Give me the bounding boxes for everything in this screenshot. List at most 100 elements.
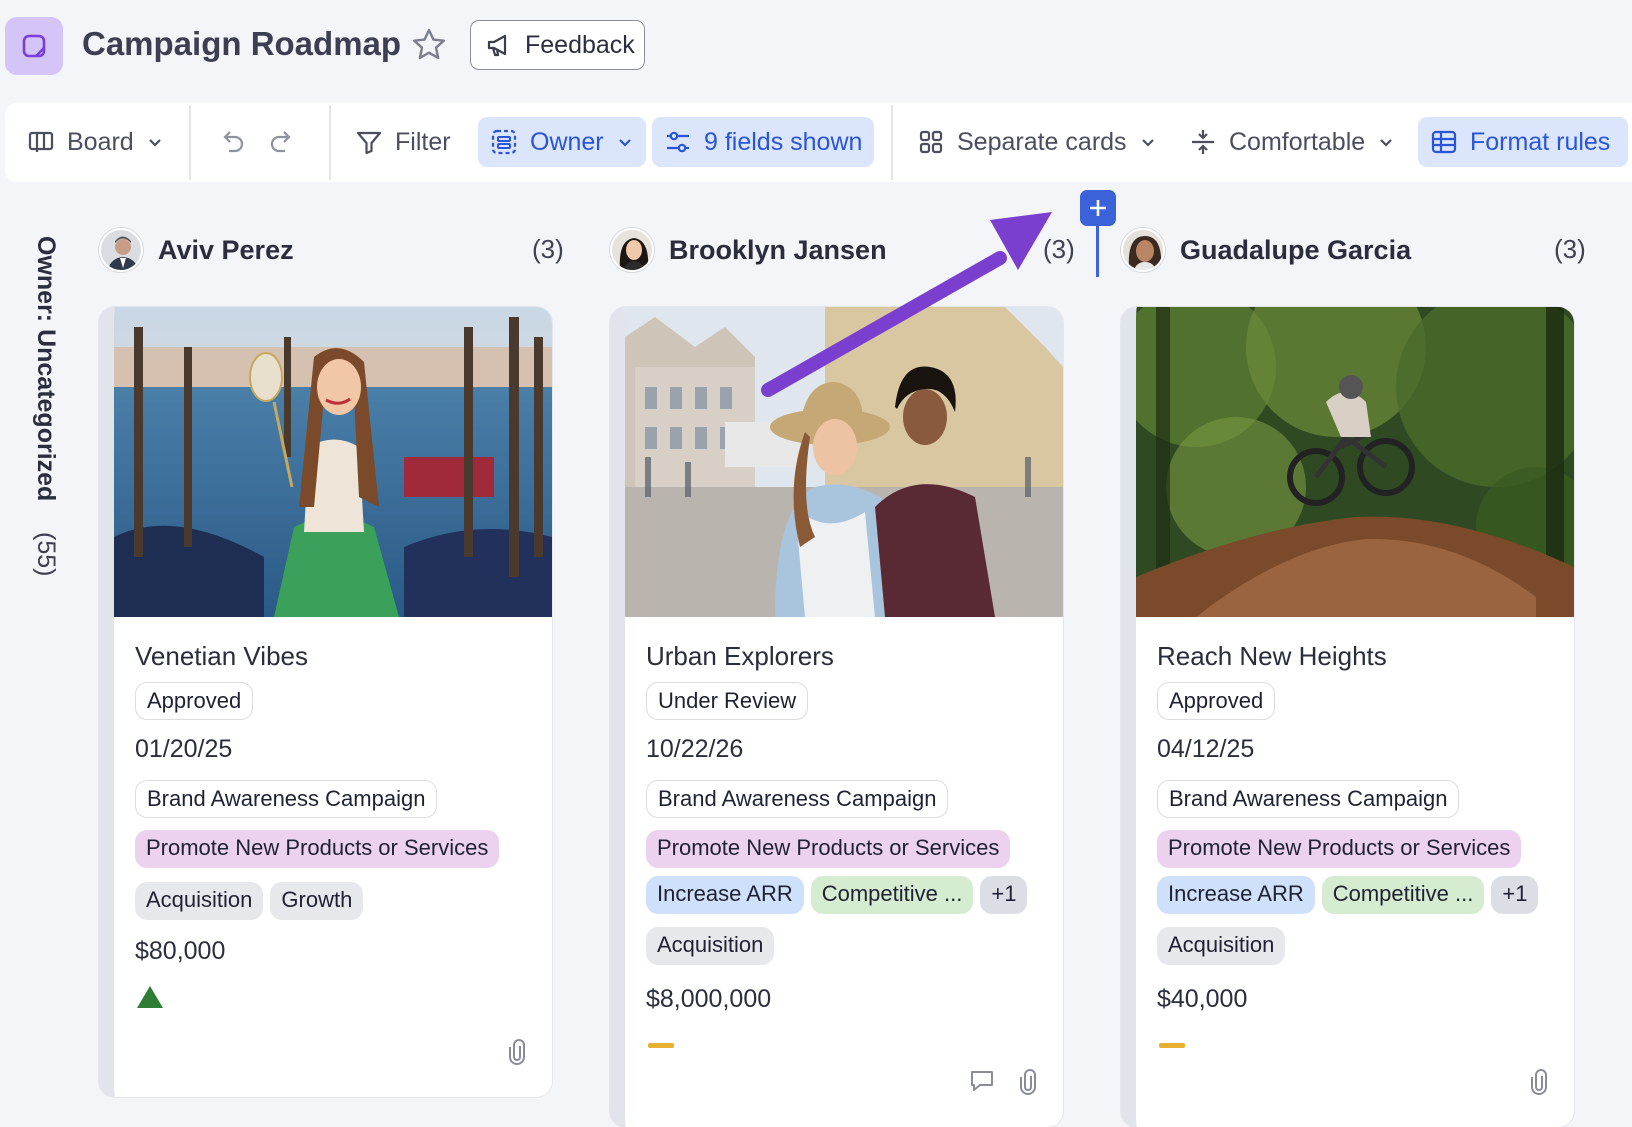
note-icon [22, 34, 46, 58]
card-body: Urban Explorers Under Review 10/22/26 Br… [646, 637, 1053, 1071]
paperclip-icon[interactable] [506, 1039, 528, 1065]
trend-up-icon [135, 983, 542, 1023]
card-title: Urban Explorers [646, 641, 834, 671]
density-button[interactable]: Comfortable [1177, 117, 1407, 167]
status-badge: Under Review [646, 681, 809, 720]
avatar [99, 228, 143, 272]
budget-value: $80,000 [135, 937, 226, 965]
separate-cards-label: Separate cards [957, 127, 1127, 156]
column-count: (3) [1554, 234, 1586, 264]
launch-date: 10/22/26 [646, 735, 744, 763]
card-title: Venetian Vibes [135, 641, 308, 671]
separate-cards-button[interactable]: Separate cards [905, 117, 1169, 167]
card-footer [506, 1039, 528, 1065]
campaign-tag: Brand Awareness Campaign [1157, 779, 1460, 818]
history-controls [205, 117, 309, 167]
trend-flat-icon [646, 1031, 1053, 1071]
segment-tag: Acquisition [1157, 927, 1286, 965]
redo-icon[interactable] [267, 127, 297, 157]
toolbar-divider [891, 105, 893, 180]
card-cover-image [1136, 307, 1574, 617]
row-height-icon [1192, 130, 1214, 154]
format-rules-label: Format rules [1470, 127, 1611, 156]
group-icon [491, 129, 517, 155]
column-header: Guadalupe Garcia [1121, 225, 1411, 275]
density-label: Comfortable [1229, 127, 1366, 156]
card-venetian-vibes[interactable]: Venetian Vibes Approved 01/20/25 Brand A… [99, 307, 552, 1097]
chevron-down-icon [1380, 139, 1392, 147]
fields-shown-label: 9 fields shown [704, 127, 863, 156]
card-footer [1528, 1069, 1550, 1095]
card-body: Reach New Heights Approved 04/12/25 Bran… [1157, 637, 1564, 1071]
chevron-down-icon [1141, 139, 1154, 147]
group-count: (55) [32, 532, 60, 577]
card-urban-explorers[interactable]: Urban Explorers Under Review 10/22/26 Br… [610, 307, 1063, 1127]
paperclip-icon[interactable] [1528, 1069, 1550, 1095]
budget-value: $8,000,000 [646, 985, 772, 1013]
table-icon [1431, 130, 1457, 154]
goal-tag: Promote New Products or Services [1157, 830, 1522, 868]
card-cover-image [114, 307, 552, 617]
feedback-label: Feedback [525, 30, 635, 59]
format-rules-button[interactable]: Format rules [1418, 117, 1628, 167]
column-header: Brooklyn Jansen [610, 225, 887, 275]
column-count: (3) [532, 234, 564, 264]
more-objectives-badge[interactable]: +1 [1491, 876, 1539, 914]
segment-tag: Acquisition [646, 927, 775, 965]
toolbar-divider [329, 105, 331, 180]
megaphone-icon [487, 34, 507, 57]
column-count: (3) [1043, 234, 1075, 264]
toolbar-divider [189, 105, 191, 180]
group-by-owner-button[interactable]: Owner [478, 117, 646, 167]
column-title: Guadalupe Garcia [1180, 234, 1412, 265]
more-objectives-badge[interactable]: +1 [980, 876, 1028, 914]
add-column-button[interactable] [1080, 190, 1116, 226]
campaign-tag: Brand Awareness Campaign [646, 779, 949, 818]
card-footer [969, 1069, 1039, 1095]
paperclip-icon[interactable] [1017, 1069, 1039, 1095]
objective-tag: Increase ARR [1157, 876, 1315, 914]
objective-tag: Competitive ... [1321, 876, 1485, 914]
card-cover-image [625, 307, 1063, 617]
filter-button[interactable]: Filter [343, 117, 463, 167]
status-badge: Approved [1157, 681, 1276, 720]
chevron-down-icon [148, 139, 161, 147]
campaign-tag: Brand Awareness Campaign [135, 779, 438, 818]
objective-tag: Increase ARR [646, 876, 804, 914]
board-view-button[interactable]: Board [15, 117, 176, 167]
filter-icon [356, 131, 382, 155]
sliders-icon [667, 131, 689, 153]
board-label: Board [67, 127, 134, 156]
column-title: Brooklyn Jansen [669, 234, 887, 265]
board-icon [28, 131, 54, 152]
star-icon[interactable] [410, 26, 448, 64]
app-icon[interactable] [5, 17, 63, 75]
goal-tag: Promote New Products or Services [135, 830, 500, 868]
objective-tag: Competitive ... [810, 876, 974, 914]
comment-icon[interactable] [969, 1069, 995, 1093]
column-header: Aviv Perez [99, 225, 294, 275]
card-body: Venetian Vibes Approved 01/20/25 Brand A… [135, 637, 542, 1023]
card-reach-new-heights[interactable]: Reach New Heights Approved 04/12/25 Bran… [1121, 307, 1574, 1127]
column-insert-indicator [1096, 226, 1099, 277]
segment-tag: Growth [270, 882, 364, 920]
avatar [1121, 228, 1165, 272]
card-title: Reach New Heights [1157, 641, 1387, 671]
budget-value: $40,000 [1157, 985, 1248, 1013]
goal-tag: Promote New Products or Services [646, 830, 1011, 868]
group-label: Owner: Uncategorized [32, 236, 60, 502]
column-title: Aviv Perez [158, 234, 294, 265]
plus-icon [1090, 200, 1106, 216]
page-title: Campaign Roadmap [82, 25, 402, 62]
launch-date: 01/20/25 [135, 735, 233, 763]
trend-flat-icon [1157, 1031, 1564, 1071]
grid-icon [919, 130, 943, 154]
feedback-button[interactable]: Feedback [470, 20, 645, 70]
group-header[interactable]: Owner: Uncategorized (55) [24, 236, 60, 596]
fields-shown-button[interactable]: 9 fields shown [652, 117, 875, 167]
view-toolbar: Board Filter Owner 9 fields shown Separa… [5, 103, 1632, 182]
segment-tag: Acquisition [135, 882, 264, 920]
undo-icon[interactable] [217, 127, 247, 157]
launch-date: 04/12/25 [1157, 735, 1255, 763]
chevron-down-icon [618, 139, 631, 147]
